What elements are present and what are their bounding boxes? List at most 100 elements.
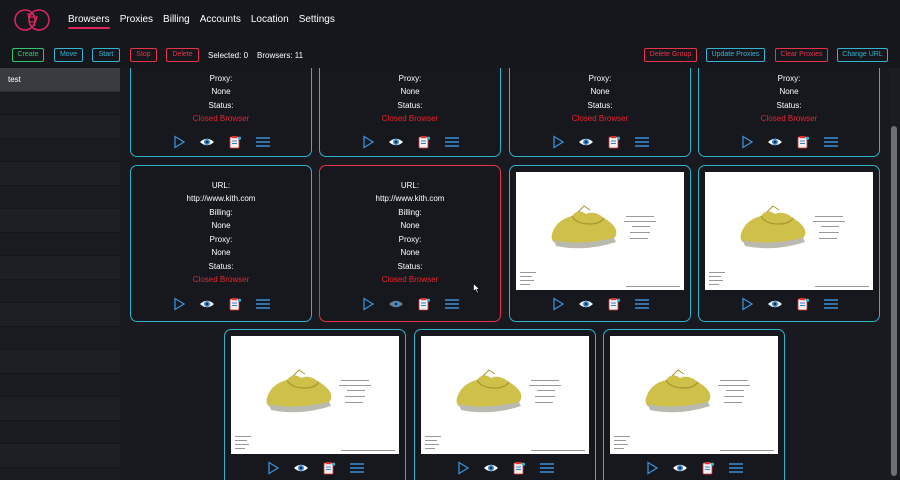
top-bar: Browsers Proxies Billing Accounts Locati… <box>0 0 900 40</box>
menu-icon[interactable] <box>634 297 650 311</box>
main-nav: Browsers Proxies Billing Accounts Locati… <box>68 14 345 29</box>
clipboard-icon[interactable] <box>511 461 527 475</box>
clipboard-icon[interactable] <box>700 461 716 475</box>
start-button[interactable]: Start <box>92 48 120 62</box>
nav-settings[interactable]: Settings <box>299 14 335 29</box>
url-value: http://www.kith.com <box>375 194 445 203</box>
browser-card-preview[interactable] <box>509 165 691 322</box>
browser-card[interactable]: Proxy: None Status: Closed Browser <box>130 68 312 157</box>
nav-location[interactable]: Location <box>251 14 289 29</box>
proxy-label: Proxy: <box>588 74 612 83</box>
move-button[interactable]: Move <box>54 48 83 62</box>
play-icon[interactable] <box>265 461 281 475</box>
menu-icon[interactable] <box>823 135 839 149</box>
nav-accounts[interactable]: Accounts <box>200 14 241 29</box>
eye-icon[interactable] <box>767 297 783 311</box>
browser-card-selected[interactable]: URL: http://www.kith.com Billing: None P… <box>319 165 501 322</box>
stop-button[interactable]: Stop <box>130 48 157 62</box>
browser-card[interactable]: Proxy: None Status: Closed Browser <box>319 68 501 157</box>
mouse-cursor-icon <box>473 283 481 294</box>
update-proxies-button[interactable]: Update Proxies <box>706 48 765 62</box>
browser-card-preview[interactable] <box>224 329 406 480</box>
browser-card-preview[interactable] <box>603 329 785 480</box>
card-actions <box>415 461 595 475</box>
clipboard-icon[interactable] <box>227 297 243 311</box>
browser-preview <box>231 336 399 454</box>
play-icon[interactable] <box>550 297 566 311</box>
nav-proxies[interactable]: Proxies <box>120 14 153 29</box>
group-sidebar: test <box>0 68 120 480</box>
menu-icon[interactable] <box>349 461 365 475</box>
clear-proxies-button[interactable]: Clear Proxies <box>775 48 828 62</box>
group-row-empty <box>0 326 120 350</box>
change-url-button[interactable]: Change URL <box>837 48 888 62</box>
menu-icon[interactable] <box>444 297 460 311</box>
url-label: URL: <box>400 181 420 190</box>
create-button[interactable]: Create <box>12 48 44 62</box>
clipboard-icon[interactable] <box>606 297 622 311</box>
eye-icon[interactable] <box>767 135 783 149</box>
group-row-empty <box>0 279 120 303</box>
eye-icon[interactable] <box>199 135 215 149</box>
eye-icon[interactable] <box>388 135 404 149</box>
play-icon[interactable] <box>360 297 376 311</box>
browser-preview <box>516 172 684 290</box>
status-label: Status: <box>587 101 613 110</box>
browser-card-preview[interactable] <box>698 165 880 322</box>
group-row-empty <box>0 373 120 397</box>
clipboard-icon[interactable] <box>416 297 432 311</box>
nav-browsers[interactable]: Browsers <box>68 14 110 29</box>
play-icon[interactable] <box>739 135 755 149</box>
play-icon[interactable] <box>644 461 660 475</box>
eye-icon[interactable] <box>388 297 404 311</box>
play-icon[interactable] <box>171 297 187 311</box>
browser-card[interactable]: Proxy: None Status: Closed Browser <box>509 68 691 157</box>
eye-icon[interactable] <box>578 135 594 149</box>
clipboard-icon[interactable] <box>416 135 432 149</box>
browser-card[interactable]: URL: http://www.kith.com Billing: None P… <box>130 165 312 322</box>
menu-icon[interactable] <box>823 297 839 311</box>
browser-card[interactable]: Proxy: None Status: Closed Browser <box>698 68 880 157</box>
clipboard-icon[interactable] <box>795 297 811 311</box>
clipboard-icon[interactable] <box>606 135 622 149</box>
delete-group-button[interactable]: Delete Group <box>644 48 697 62</box>
menu-icon[interactable] <box>539 461 555 475</box>
play-icon[interactable] <box>360 135 376 149</box>
status-label: Status: <box>397 262 423 271</box>
play-icon[interactable] <box>550 135 566 149</box>
card-actions <box>320 297 500 311</box>
url-value: http://www.kith.com <box>186 194 256 203</box>
menu-icon[interactable] <box>255 297 271 311</box>
eye-icon[interactable] <box>483 461 499 475</box>
menu-icon[interactable] <box>728 461 744 475</box>
menu-icon[interactable] <box>444 135 460 149</box>
clipboard-icon[interactable] <box>795 135 811 149</box>
group-row-empty <box>0 232 120 256</box>
clipboard-icon[interactable] <box>321 461 337 475</box>
eye-icon[interactable] <box>578 297 594 311</box>
sneaker-image-icon <box>709 205 869 287</box>
delete-button[interactable]: Delete <box>166 48 199 62</box>
clipboard-icon[interactable] <box>227 135 243 149</box>
menu-icon[interactable] <box>255 135 271 149</box>
eye-icon[interactable] <box>293 461 309 475</box>
group-item-test[interactable]: test <box>0 68 120 92</box>
eye-icon[interactable] <box>672 461 688 475</box>
status-value: Closed Browser <box>571 114 629 123</box>
sneaker-image-icon <box>425 369 585 451</box>
menu-icon[interactable] <box>634 135 650 149</box>
group-row-empty <box>0 209 120 233</box>
play-icon[interactable] <box>739 297 755 311</box>
group-row-empty <box>0 397 120 421</box>
play-icon[interactable] <box>171 135 187 149</box>
nav-billing[interactable]: Billing <box>163 14 190 29</box>
group-row-empty <box>0 467 120 480</box>
sneaker-image-icon <box>235 369 395 451</box>
proxy-label: Proxy: <box>777 74 801 83</box>
browsers-count: Browsers: 11 <box>257 51 304 60</box>
eye-icon[interactable] <box>199 297 215 311</box>
play-icon[interactable] <box>455 461 471 475</box>
scrollbar-thumb[interactable] <box>891 126 897 476</box>
browser-card-preview[interactable] <box>414 329 596 480</box>
proxy-value: None <box>211 248 231 257</box>
